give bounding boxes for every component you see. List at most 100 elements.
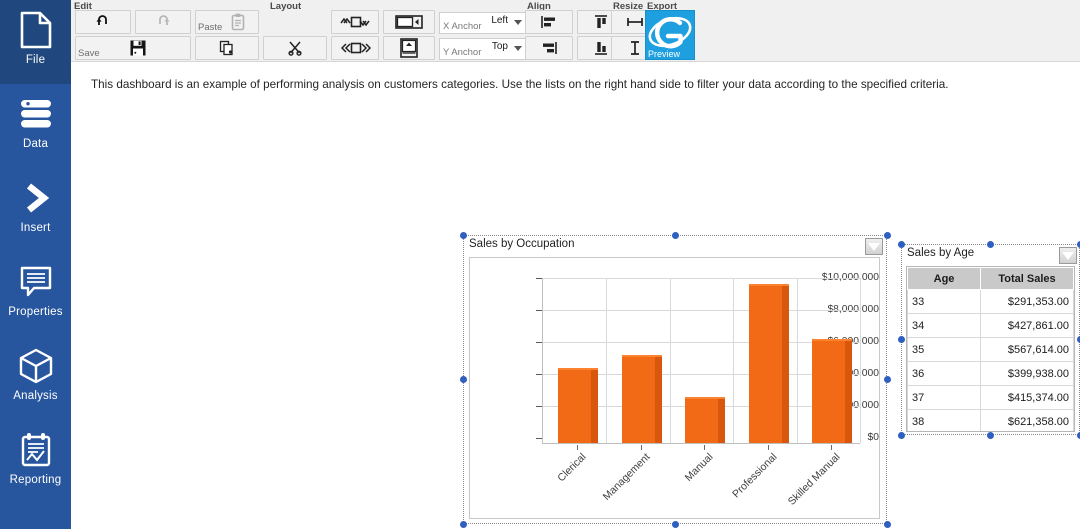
cell-age: 35 <box>907 337 982 362</box>
ribbon-group-export: Export Preview <box>645 0 727 62</box>
table-row[interactable]: 35 $567,614.00 <box>907 337 1074 362</box>
resize-handle-se[interactable] <box>1076 431 1080 439</box>
database-icon <box>16 92 56 136</box>
ribbon-group-edit: Edit Paste Save <box>71 0 327 62</box>
table-filter-dropdown-button[interactable] <box>1059 247 1077 264</box>
resize-handle-w[interactable] <box>897 335 905 343</box>
ribbon-group-align: Align <box>455 0 677 62</box>
sidebar-item-data[interactable]: Data <box>0 84 71 168</box>
filter-dropdown-icon <box>1062 251 1074 260</box>
x-tick-label: Professional <box>730 451 780 501</box>
resize-handle-n[interactable] <box>671 231 679 239</box>
bar-side-shade <box>591 368 598 443</box>
resize-handle-e[interactable] <box>1076 335 1080 343</box>
sidebar-item-reporting[interactable]: Reporting <box>0 420 71 504</box>
dashboard-description: This dashboard is an example of performi… <box>91 78 949 91</box>
resize-handle-n[interactable] <box>986 240 994 248</box>
redo-button[interactable] <box>135 10 191 34</box>
resize-handle-w[interactable] <box>459 375 467 383</box>
x-tick-label: Skilled Manual <box>785 451 843 508</box>
paste-button[interactable]: Paste <box>195 10 259 34</box>
bring-forward-button[interactable] <box>331 10 379 34</box>
bar-side-shade <box>718 396 725 443</box>
cell-age: 38 <box>907 409 982 431</box>
ribbon-group-layout-title: Layout <box>270 1 302 12</box>
chevron-right-icon <box>16 176 56 220</box>
chart-filter-dropdown-button[interactable] <box>865 238 883 255</box>
align-right-button[interactable] <box>525 36 573 60</box>
table-widget[interactable]: Sales by Age Age Total Sales 33 $291,353… <box>897 240 1080 439</box>
table-row[interactable]: 33 $291,353.00 <box>907 289 1074 314</box>
cell-age: 34 <box>907 313 982 338</box>
bar-skilled-manual <box>812 339 852 443</box>
undo-arrow-icon <box>95 15 111 29</box>
align-left-button[interactable] <box>525 10 573 34</box>
table-row[interactable]: 36 $399,938.00 <box>907 361 1074 386</box>
bar-top-highlight <box>812 339 852 341</box>
sidebar-item-analysis-label: Analysis <box>13 390 58 402</box>
clipboard-icon <box>231 13 245 31</box>
send-backward-button[interactable] <box>331 36 379 60</box>
save-button[interactable]: Save <box>75 36 191 60</box>
chart-plot-area <box>542 278 861 444</box>
sidebar-item-analysis[interactable]: Analysis <box>0 336 71 420</box>
align-left-icon <box>540 14 558 30</box>
resize-handle-s[interactable] <box>986 431 994 439</box>
resize-handle-sw[interactable] <box>897 431 905 439</box>
floppy-disk-icon <box>130 40 146 56</box>
sidebar-item-reporting-label: Reporting <box>9 474 62 486</box>
align-right-icon <box>540 40 558 56</box>
copy-pages-icon <box>219 40 235 56</box>
resize-handle-nw[interactable] <box>459 231 467 239</box>
bar-top-highlight <box>685 396 725 399</box>
dashboard-canvas[interactable]: This dashboard is an example of performi… <box>71 62 1080 529</box>
cell-sales: $291,353.00 <box>980 289 1074 314</box>
same-height-icon <box>628 39 642 57</box>
ribbon-toolbar: Edit Paste Save Layout X Anchor Left Y A… <box>71 0 1080 62</box>
x-tick-label: Management <box>600 451 653 503</box>
table-row[interactable]: 37 $415,374.00 <box>907 385 1074 410</box>
sidebar-item-insert-label: Insert <box>20 222 51 234</box>
resize-handle-se[interactable] <box>883 520 891 528</box>
resize-handle-e[interactable] <box>883 375 891 383</box>
paste-button-label: Paste <box>198 22 223 33</box>
bar-management <box>622 355 662 443</box>
sidebar-item-file[interactable]: File <box>0 0 71 84</box>
undo-button[interactable] <box>75 10 131 34</box>
resize-handle-ne[interactable] <box>883 231 891 239</box>
cell-age: 36 <box>907 361 982 386</box>
bar-manual <box>685 396 725 443</box>
cell-age: 33 <box>907 289 982 314</box>
copy-button[interactable] <box>195 36 259 60</box>
resize-handle-ne[interactable] <box>1076 240 1080 248</box>
resize-handle-nw[interactable] <box>897 240 905 248</box>
table-row[interactable]: 34 $427,861.00 <box>907 313 1074 338</box>
cell-sales: $415,374.00 <box>980 385 1074 410</box>
table-row[interactable]: 38 $621,358.00 <box>907 409 1074 431</box>
column-header-age[interactable]: Age <box>907 267 982 290</box>
sidebar-item-properties[interactable]: Properties <box>0 252 71 336</box>
bar-professional <box>749 283 789 443</box>
same-width-icon <box>625 15 645 29</box>
dock-top-button[interactable] <box>383 36 435 60</box>
cell-sales: $399,938.00 <box>980 361 1074 386</box>
sales-by-age-table-container[interactable]: Age Total Sales 33 $291,353.00 34 $427,8… <box>906 266 1075 432</box>
sidebar-item-file-label: File <box>25 54 46 66</box>
cell-age: 37 <box>907 385 982 410</box>
bar-top-highlight <box>749 283 789 286</box>
resize-handle-s[interactable] <box>671 520 679 528</box>
sales-by-age-table: Age Total Sales 33 $291,353.00 34 $427,8… <box>907 267 1074 431</box>
cell-sales: $427,861.00 <box>980 313 1074 338</box>
resize-handle-sw[interactable] <box>459 520 467 528</box>
dock-right-icon <box>395 14 423 30</box>
sidebar-item-insert[interactable]: Insert <box>0 168 71 252</box>
dock-right-button[interactable] <box>383 10 435 34</box>
chart-widget[interactable]: Sales by Occupation $10,000,000 $8,000,0… <box>459 231 891 528</box>
cube-icon <box>16 344 56 388</box>
bar-top-highlight <box>558 368 598 371</box>
sidebar-item-properties-label: Properties <box>8 306 63 318</box>
column-header-total-sales[interactable]: Total Sales <box>980 267 1074 290</box>
preview-export-label: Preview <box>648 49 681 59</box>
preview-export-button[interactable]: Preview <box>645 10 695 60</box>
bar-side-shade <box>655 355 662 443</box>
